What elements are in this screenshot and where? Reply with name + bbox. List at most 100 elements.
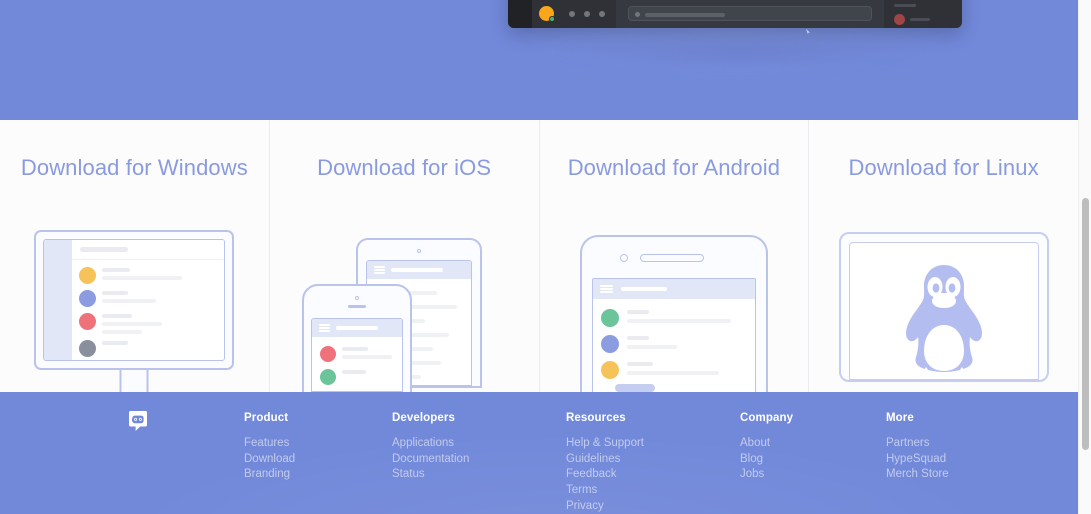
footer-column-company: Company About Blog Jobs <box>740 412 793 483</box>
skeleton-line <box>342 355 393 359</box>
skeleton-line <box>626 336 649 340</box>
laptop-screen <box>848 242 1039 380</box>
footer-column-title: More <box>886 412 914 424</box>
penguin-icon <box>905 265 982 379</box>
vertical-scrollbar[interactable] <box>1078 0 1091 514</box>
download-cards-section: Download for Windows Download for iOS Do… <box>0 120 1078 392</box>
app-bar-title-mock <box>336 326 379 330</box>
footer-link[interactable]: Applications <box>392 436 469 452</box>
footer-column-title: Product <box>244 412 289 424</box>
skeleton-line <box>102 322 163 326</box>
skeleton-line <box>102 330 143 334</box>
footer-column-product: Product Features Download Branding <box>244 412 295 483</box>
avatar <box>320 369 337 385</box>
footer-link[interactable]: Jobs <box>740 467 793 483</box>
menu-icon <box>374 266 386 274</box>
android-screen <box>591 278 756 392</box>
skeleton-line <box>80 247 129 252</box>
monitor-screen <box>43 239 226 361</box>
avatar <box>79 290 97 307</box>
footer-link[interactable]: Documentation <box>392 452 469 468</box>
skeleton-line <box>102 268 131 272</box>
skeleton-line <box>342 347 369 351</box>
monitor-stand <box>119 370 149 392</box>
avatar <box>320 346 337 362</box>
app-sidebar-mock <box>44 240 73 360</box>
footer-link[interactable]: About <box>740 436 793 452</box>
download-card-title: Download for Android <box>567 155 781 180</box>
laptop-frame <box>838 232 1049 382</box>
avatar <box>600 309 619 327</box>
skeleton-line <box>102 314 133 318</box>
skeleton-line <box>626 362 653 366</box>
download-card-linux[interactable]: Download for Linux <box>809 120 1078 392</box>
floating-action-button-mock <box>614 384 655 392</box>
android-illustration <box>540 230 809 392</box>
phone-screen <box>311 318 404 392</box>
footer-link[interactable]: Download <box>244 452 295 468</box>
mockup-member-name <box>910 18 930 21</box>
download-card-windows[interactable]: Download for Windows <box>0 120 270 392</box>
linux-illustration <box>809 230 1078 392</box>
mockup-main-panel <box>616 0 884 28</box>
scrollbar-thumb[interactable] <box>1082 198 1089 450</box>
footer-column-title: Developers <box>392 412 456 424</box>
avatar <box>79 313 97 330</box>
speaker-grille <box>639 254 704 262</box>
download-card-ios[interactable]: Download for iOS <box>270 120 540 392</box>
skeleton-line <box>626 319 731 323</box>
menu-icon <box>319 324 331 332</box>
footer-link[interactable]: Blog <box>740 452 793 468</box>
avatar <box>600 361 619 379</box>
footer-column-developers: Developers Applications Documentation St… <box>392 412 469 483</box>
app-bar-mock <box>367 261 472 279</box>
download-card-android[interactable]: Download for Android <box>540 120 810 392</box>
skeleton-line <box>626 310 649 314</box>
footer-link[interactable]: Merch Store <box>886 467 949 483</box>
camera-icon <box>417 249 422 253</box>
skeleton-line <box>342 370 367 374</box>
footer-link[interactable]: Guidelines <box>566 452 644 468</box>
mockup-input-placeholder <box>645 12 725 17</box>
mockup-control-dot <box>599 11 605 17</box>
footer-column-more: More Partners HypeSquad Merch Store <box>886 412 949 483</box>
app-bar-title-mock <box>391 268 444 272</box>
footer-link[interactable]: Feedback <box>566 467 644 483</box>
avatar <box>79 340 97 357</box>
download-card-title: Download for Windows <box>20 155 248 180</box>
skeleton-line <box>102 299 157 303</box>
avatar <box>600 335 619 353</box>
skeleton-line <box>102 341 129 345</box>
mockup-member-header <box>894 4 916 7</box>
mockup-server-sidebar <box>508 0 532 28</box>
footer-link[interactable]: HypeSquad <box>886 452 949 468</box>
skeleton-line <box>626 371 719 375</box>
app-bar-mock <box>312 319 403 337</box>
skeleton-line <box>102 276 183 280</box>
app-bar-title-mock <box>620 287 667 291</box>
footer-link[interactable]: Branding <box>244 467 295 483</box>
mockup-control-dot <box>584 11 590 17</box>
monitor-frame <box>34 230 235 370</box>
camera-icon <box>355 296 360 300</box>
footer-column-title: Company <box>740 412 794 424</box>
footer-column-resources: Resources Help & Support Guidelines Feed… <box>566 412 644 514</box>
phone-frame <box>302 284 413 392</box>
windows-illustration <box>0 230 269 392</box>
skeleton-line <box>102 291 129 295</box>
mockup-message-input <box>628 6 872 21</box>
footer-link[interactable]: Privacy <box>566 499 644 514</box>
footer-link[interactable]: Features <box>244 436 295 452</box>
ios-illustration <box>270 230 539 392</box>
avatar <box>79 267 97 284</box>
footer-link[interactable]: Status <box>392 467 469 483</box>
mockup-status-indicator <box>549 16 555 22</box>
footer-link[interactable]: Terms <box>566 483 644 499</box>
discord-logo-icon[interactable] <box>126 410 150 434</box>
mockup-member-avatar <box>894 14 905 25</box>
footer-link[interactable]: Partners <box>886 436 949 452</box>
mockup-input-icon <box>635 12 640 17</box>
hero-banner <box>0 0 1078 120</box>
footer-link[interactable]: Help & Support <box>566 436 644 452</box>
camera-icon <box>619 254 628 262</box>
